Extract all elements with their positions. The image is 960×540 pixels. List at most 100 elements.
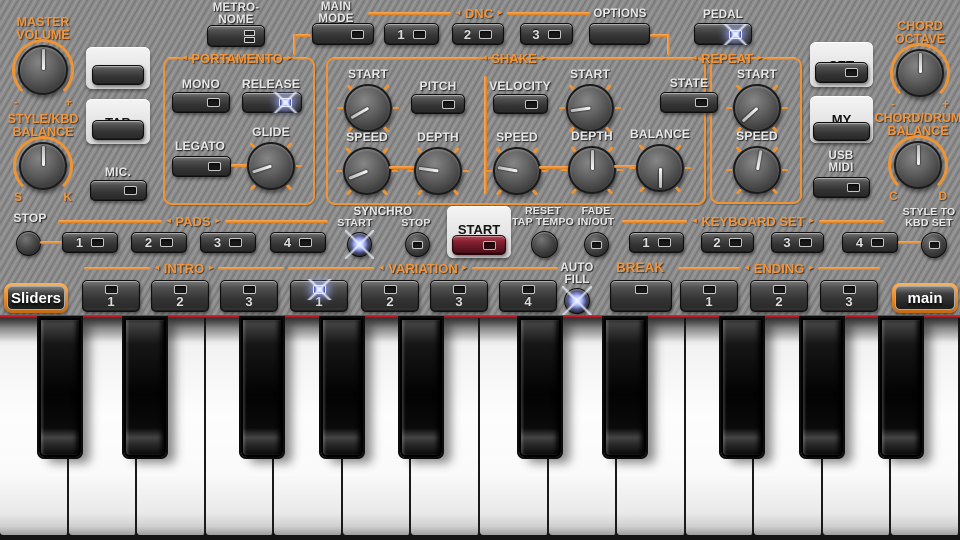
- start-stop-led: [483, 241, 496, 250]
- dnc-button-2[interactable]: 2: [452, 23, 504, 45]
- keyboard-set-button-1[interactable]: 1: [629, 232, 684, 253]
- mono-button[interactable]: [172, 92, 230, 113]
- variation-button-1[interactable]: 1: [290, 280, 348, 312]
- break-button[interactable]: [610, 280, 672, 312]
- my-setting-button[interactable]: [813, 122, 870, 141]
- pad-3-led: [229, 238, 242, 247]
- keyboard-set-button-4[interactable]: 4: [842, 232, 898, 253]
- state-led: [695, 98, 708, 107]
- portamento-title: PORTAMENTO: [191, 51, 282, 66]
- variation-header: ◄ VARIATION ►: [288, 261, 558, 275]
- keyboard-set-button-3[interactable]: 3: [771, 232, 824, 253]
- start-stop-button[interactable]: [452, 235, 506, 255]
- intro-button-1[interactable]: 1: [82, 280, 140, 312]
- stop-button[interactable]: [16, 231, 41, 256]
- black-key[interactable]: [124, 318, 166, 457]
- pedal-label: PEDAL: [696, 9, 750, 21]
- master-volume-knob[interactable]: [18, 45, 68, 95]
- dnc-button-3[interactable]: 3: [520, 23, 573, 45]
- black-key[interactable]: [39, 318, 81, 457]
- max-label: K: [63, 190, 72, 204]
- repeat-speed-knob[interactable]: [733, 146, 781, 194]
- shake-depth-right-knob[interactable]: [568, 146, 616, 194]
- max-label: +: [65, 95, 72, 109]
- knob-pointer: [570, 106, 590, 112]
- pad-button-1[interactable]: 1: [62, 232, 118, 253]
- main-mode-button[interactable]: [312, 23, 374, 45]
- pad-button-4[interactable]: 4: [270, 232, 326, 253]
- options-label: OPTIONS: [592, 8, 648, 20]
- intro-button-2[interactable]: 2: [151, 280, 209, 312]
- mode-button[interactable]: [92, 65, 144, 85]
- variation-button-2[interactable]: 2: [361, 280, 419, 312]
- tab-button[interactable]: [92, 120, 144, 140]
- black-key[interactable]: [721, 318, 763, 457]
- shake-speed-left-knob[interactable]: [343, 147, 391, 195]
- ending-button-3[interactable]: 3: [820, 280, 878, 312]
- shake-start-right-label: START: [570, 68, 610, 81]
- synchro-start-button[interactable]: [347, 232, 372, 257]
- variation-button-3[interactable]: 3: [430, 280, 488, 312]
- legato-button[interactable]: [172, 156, 231, 177]
- style-to-kbd-button[interactable]: [921, 232, 947, 258]
- black-key[interactable]: [400, 318, 442, 457]
- style-kbd-balance-group: STYLE/KBD BALANCE SK: [0, 113, 86, 204]
- sliders-button[interactable]: Sliders: [4, 283, 68, 313]
- connector-line: [898, 241, 922, 244]
- keyboard-set-button-2[interactable]: 2: [701, 232, 754, 253]
- legato-label: LEGATO: [164, 140, 236, 153]
- pad-button-2[interactable]: 2: [131, 232, 187, 253]
- velocity-button[interactable]: [493, 94, 548, 114]
- options-button[interactable]: [589, 23, 650, 45]
- chord-octave-group: CHORD OCTAVE -+: [886, 20, 954, 111]
- pad-button-3[interactable]: 3: [200, 232, 256, 253]
- black-key[interactable]: [321, 318, 363, 457]
- variation-button-4[interactable]: 4: [499, 280, 557, 312]
- shake-start-left-knob[interactable]: [344, 84, 392, 132]
- start-stop-plate: START /STOP: [447, 206, 511, 258]
- chord-octave-knob[interactable]: [896, 49, 944, 97]
- shake-speed-left-label: SPEED: [346, 131, 388, 144]
- shake-balance-knob[interactable]: [636, 144, 684, 192]
- fade-button[interactable]: [584, 232, 609, 257]
- ending-button-1[interactable]: 1: [680, 280, 738, 312]
- shake-header: ◄ SHAKE ►: [332, 51, 696, 65]
- black-key[interactable]: [519, 318, 561, 457]
- glide-knob[interactable]: [247, 142, 295, 190]
- state-button[interactable]: [660, 92, 718, 113]
- shake-start-right-group: START: [560, 68, 620, 132]
- repeat-start-knob[interactable]: [733, 84, 781, 132]
- black-key[interactable]: [801, 318, 843, 457]
- ending-button-2[interactable]: 2: [750, 280, 808, 312]
- set-button[interactable]: [815, 62, 868, 83]
- intro-title: INTRO: [164, 261, 204, 276]
- repeat-speed-group: SPEED: [727, 130, 787, 194]
- pad-1-led: [91, 238, 104, 247]
- metronome-button[interactable]: [207, 25, 265, 47]
- main-mode-label: MAIN MODE: [306, 1, 366, 25]
- intro-button-3[interactable]: 3: [220, 280, 278, 312]
- pitch-button[interactable]: [411, 94, 465, 114]
- main-button[interactable]: main: [892, 283, 958, 313]
- synchro-stop-button[interactable]: [405, 232, 430, 257]
- shake-depth-left-label: DEPTH: [417, 131, 459, 144]
- reset-tap-tempo-button[interactable]: [531, 231, 558, 258]
- chord-drum-balance-knob[interactable]: [894, 141, 942, 189]
- set-led: [845, 68, 858, 77]
- black-key[interactable]: [604, 318, 646, 457]
- dnc-button-1[interactable]: 1: [384, 23, 439, 45]
- shake-depth-left-knob[interactable]: [414, 147, 462, 195]
- release-button[interactable]: [242, 92, 302, 113]
- pedal-button[interactable]: [694, 23, 752, 45]
- black-key[interactable]: [880, 318, 922, 457]
- black-key[interactable]: [241, 318, 283, 457]
- shake-start-right-knob[interactable]: [566, 84, 614, 132]
- auto-fill-button[interactable]: [564, 288, 590, 314]
- style-kbd-balance-knob[interactable]: [19, 142, 67, 190]
- mic-button[interactable]: [90, 180, 147, 201]
- ending-title: ENDING: [754, 261, 805, 276]
- repeat-header: ◄ REPEAT ►: [658, 51, 796, 65]
- pitch-led: [442, 100, 455, 109]
- shake-speed-right-knob[interactable]: [493, 147, 541, 195]
- usb-midi-button[interactable]: [813, 177, 870, 198]
